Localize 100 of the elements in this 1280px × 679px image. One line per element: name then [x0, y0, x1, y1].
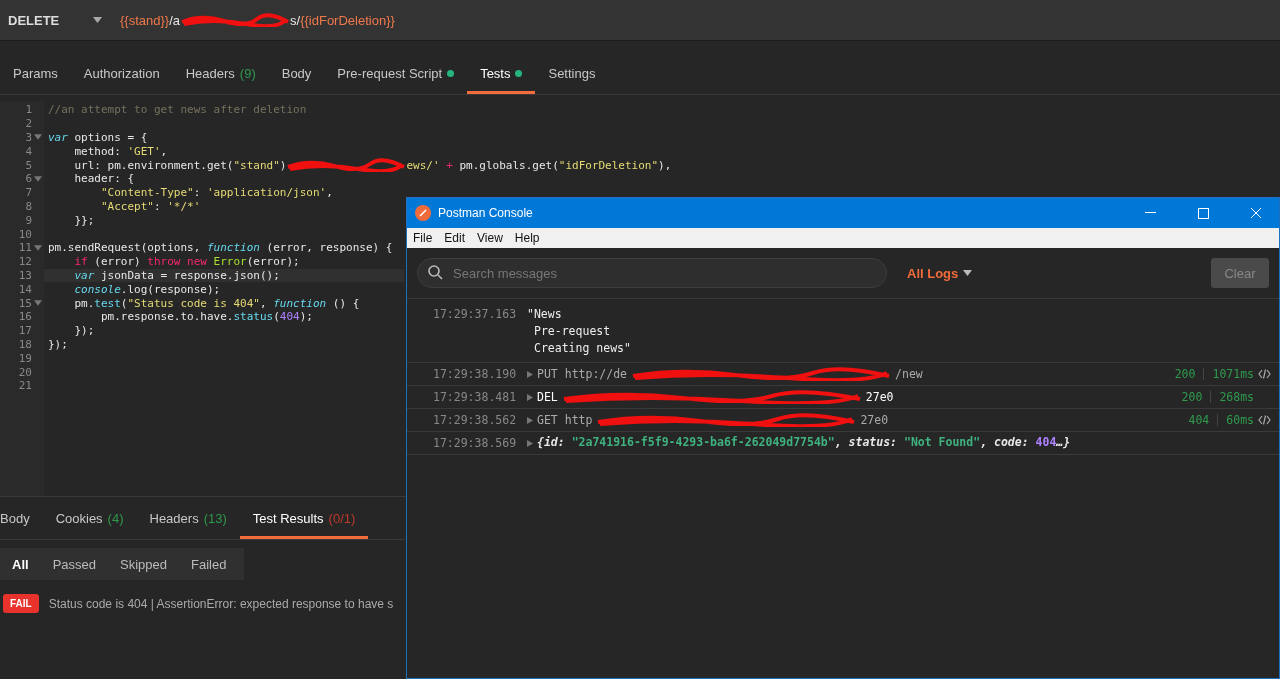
line-number: 21: [17, 378, 33, 393]
code-line: });: [73, 323, 95, 338]
search-icon: [428, 265, 443, 280]
expand-icon[interactable]: [527, 394, 533, 401]
code-icon[interactable]: [1258, 369, 1271, 379]
line-number: 19: [17, 351, 33, 366]
status-code: 200: [1174, 367, 1196, 381]
line-number: 10: [17, 227, 33, 241]
request-line[interactable]: DEL: [537, 390, 558, 404]
status-code: 200: [1181, 390, 1203, 404]
request-tab[interactable]: Headers (9): [172, 66, 269, 94]
log-text: "News: [527, 306, 563, 323]
request-line[interactable]: 27e0: [860, 413, 889, 427]
log-time: 17:29:38.569: [433, 435, 518, 451]
response-tab[interactable]: Headers (13): [136, 511, 240, 539]
log-text: Creating news": [533, 340, 631, 357]
minimize-icon: [1144, 212, 1156, 214]
url-field[interactable]: {{stand}}/a s/{{idForDeletion}}: [120, 0, 405, 40]
log-time: 17:29:38.190: [433, 366, 518, 382]
log-filter-dropdown[interactable]: All Logs: [907, 265, 973, 281]
response-tab[interactable]: Test Results (0/1): [239, 511, 369, 539]
status-code: 404: [1188, 413, 1210, 427]
code-line: var jsonData = response.json();: [73, 268, 280, 283]
window-title: Postman Console: [438, 206, 533, 220]
response-time: 268ms: [1219, 390, 1254, 404]
request-tab[interactable]: Tests: [467, 66, 536, 94]
code-icon[interactable]: [1258, 415, 1271, 425]
request-line[interactable]: /new: [895, 367, 923, 381]
code-line: pm.sendRequest(options, function (error, response) {: [47, 240, 393, 255]
request-tab[interactable]: Params: [0, 66, 71, 94]
log-time: 17:29:38.481: [433, 389, 518, 405]
code-line: var options = {: [47, 130, 148, 145]
close-icon: [1250, 207, 1262, 219]
line-number: 18: [17, 337, 33, 352]
code-line: "Content-Type": 'application/json',: [99, 185, 333, 200]
method-dropdown[interactable]: DELETE: [0, 0, 110, 40]
test-message: Status code is 404 | AssertionError: expected response to have s: [48, 596, 394, 611]
maximize-icon: [1197, 207, 1209, 219]
menu-item[interactable]: File: [407, 231, 439, 245]
code-line: }};: [73, 213, 95, 228]
menu-item[interactable]: Help: [508, 231, 546, 245]
line-number: 6: [0, 172, 44, 186]
log-text: Pre-request: [533, 323, 612, 340]
response-time: 1071ms: [1212, 367, 1254, 381]
filter-tab[interactable]: Failed: [179, 556, 239, 572]
request-tab[interactable]: Body: [268, 66, 325, 94]
request-tab[interactable]: Authorization: [70, 66, 173, 94]
code-line: pm.response.to.have.status(404);: [99, 309, 313, 324]
line-number: 5: [24, 158, 33, 172]
code-line: });: [47, 337, 68, 352]
fold-icon: [34, 300, 42, 307]
code-line: url: pm.environment.get("stand") ews/' + pm.globals.get("idForDeletion"),: [73, 158, 672, 172]
code-line: //an attempt to get news after deletion: [47, 103, 307, 117]
line-number: 8: [24, 199, 33, 214]
line-number: 14: [17, 282, 33, 297]
menu-item[interactable]: Edit: [438, 231, 472, 245]
filter-tab[interactable]: Passed: [40, 556, 108, 572]
log-time: 17:29:38.562: [433, 412, 518, 428]
request-tab[interactable]: Settings: [535, 66, 609, 94]
line-number: 11: [0, 240, 44, 255]
request-tab[interactable]: Pre-request Script: [324, 66, 468, 94]
code-line: console.log(response);: [73, 282, 221, 297]
line-number: 17: [17, 323, 33, 338]
code-line: method: 'GET',: [73, 144, 168, 159]
request-line[interactable]: PUT http://de: [537, 367, 628, 381]
expand-icon[interactable]: [527, 440, 533, 447]
app-logo-icon: [415, 205, 431, 221]
line-number: 12: [17, 254, 33, 269]
expand-icon[interactable]: [527, 417, 533, 424]
response-tab[interactable]: Cookies (4): [42, 511, 137, 539]
fold-icon: [34, 244, 42, 251]
caret-icon: [93, 17, 102, 23]
log-time: 17:29:37.163: [433, 306, 518, 322]
line-number: 4: [24, 144, 33, 159]
response-time: 60ms: [1226, 413, 1254, 427]
filter-tab[interactable]: All: [0, 556, 41, 572]
log-object[interactable]: {id: "2a741916-f5f9-4293-ba6f-262049d7754b", status: "Not Found", code: 404…}: [537, 435, 1071, 449]
status-badge: FAIL: [3, 594, 39, 613]
fold-icon: [34, 175, 42, 182]
line-number: 16: [17, 309, 33, 324]
code-line: header: {: [73, 172, 135, 186]
menu-item[interactable]: View: [471, 231, 509, 245]
line-number: 7: [24, 185, 33, 200]
filter-tab[interactable]: Skipped: [108, 556, 179, 572]
fold-icon: [34, 134, 42, 141]
line-number: 15: [0, 296, 44, 310]
code-line: pm.test("Status code is 404", function () {: [73, 296, 360, 310]
code-line: "Accept": '*/*': [99, 199, 201, 214]
line-number: 13: [17, 268, 33, 283]
line-number: 1: [24, 103, 33, 117]
caret-icon: [963, 270, 973, 276]
line-number: 9: [24, 213, 33, 228]
request-line[interactable]: GET http: [537, 413, 593, 427]
response-tab[interactable]: Body: [0, 511, 43, 539]
expand-icon[interactable]: [527, 371, 533, 378]
line-number: 20: [17, 365, 33, 379]
code-line: if (error) throw new Error(error);: [73, 254, 300, 269]
request-line[interactable]: 27e0: [865, 390, 894, 404]
line-number: 3: [0, 130, 44, 145]
search-field[interactable]: Search messages: [417, 258, 887, 288]
